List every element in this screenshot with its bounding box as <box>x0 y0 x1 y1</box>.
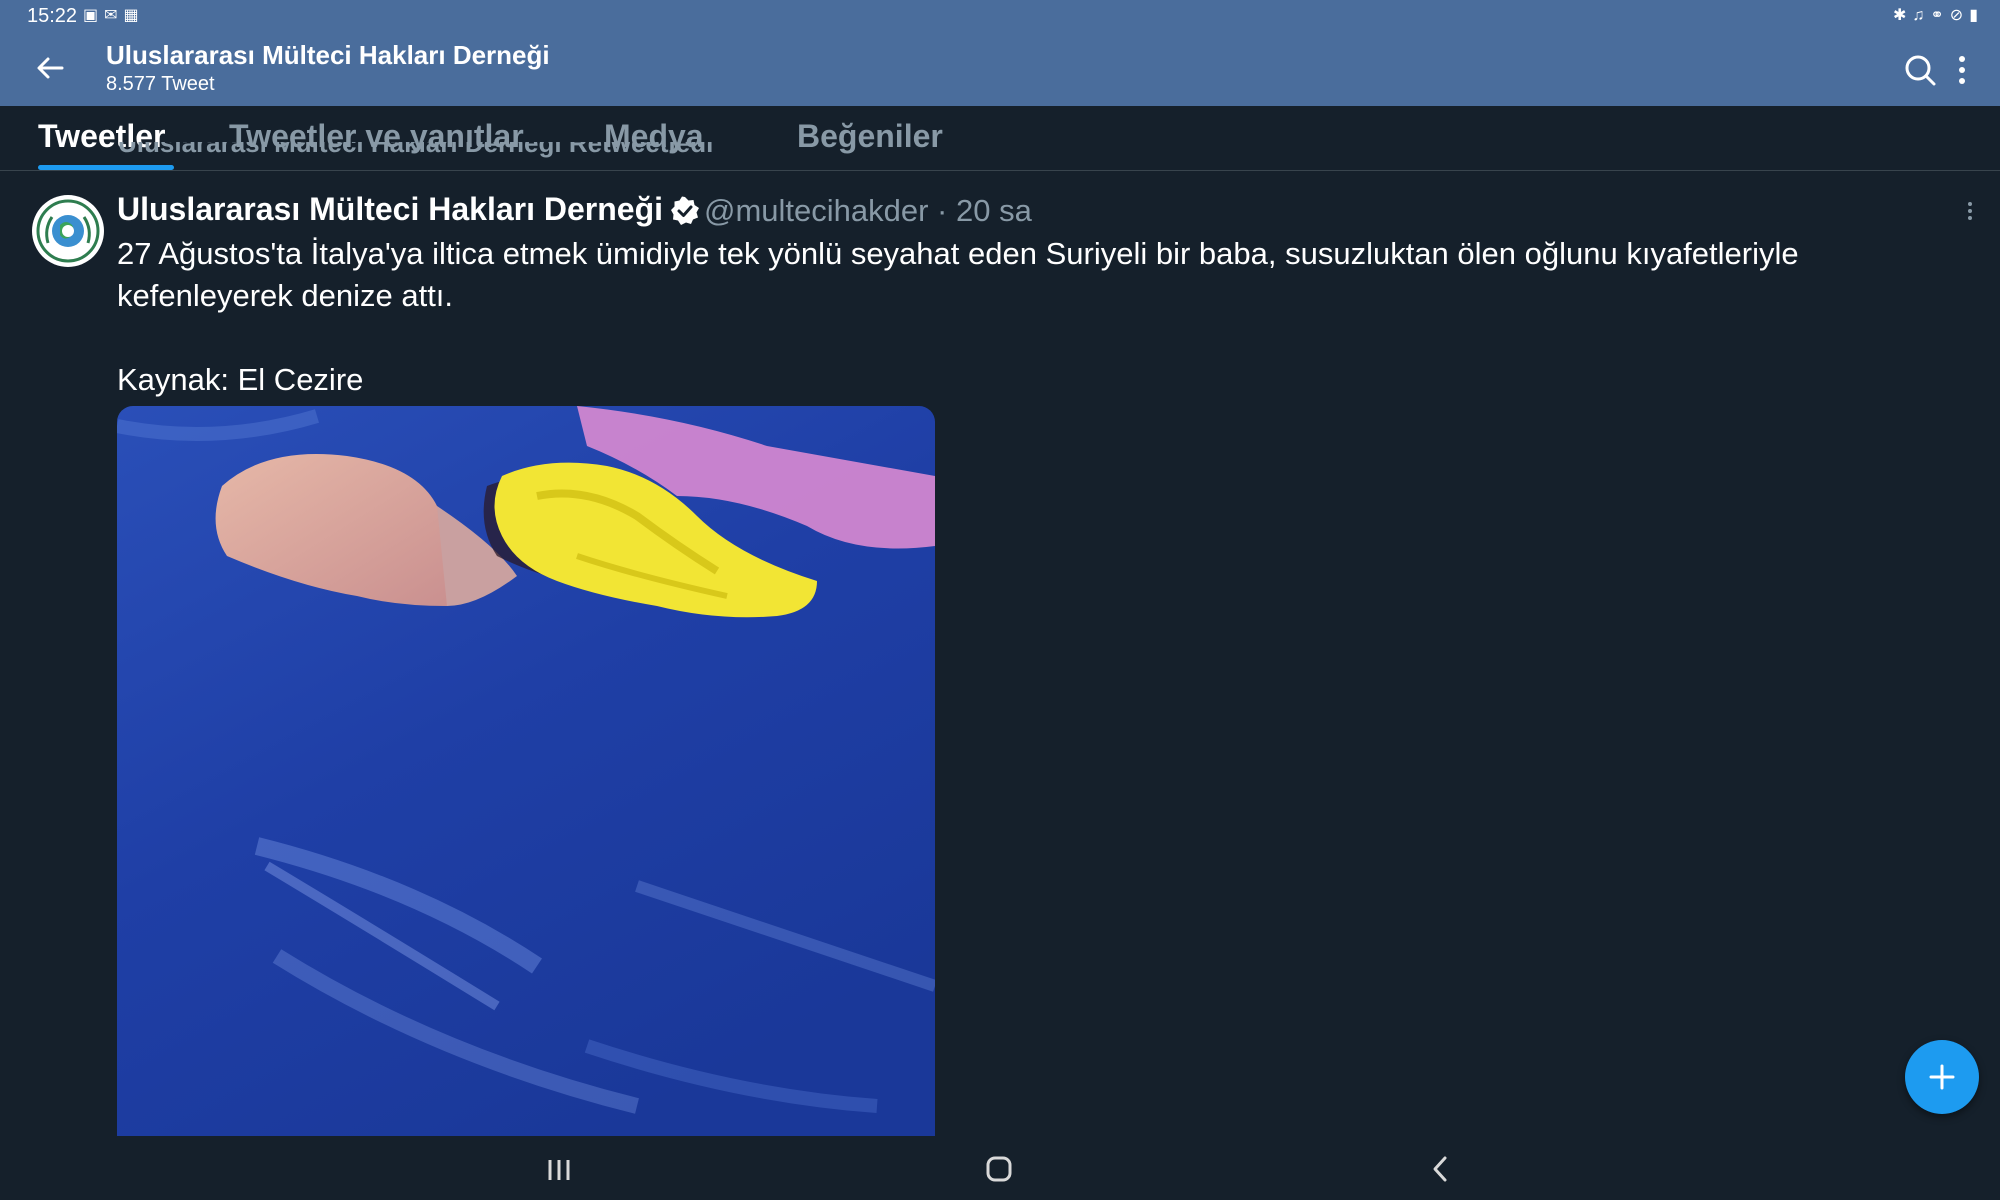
tab-likes[interactable]: Beğeniler <box>797 118 943 155</box>
wifi-icon: ⚭ <box>1930 7 1944 24</box>
tweet-count: 8.577 Tweet <box>106 73 215 95</box>
verified-badge-icon <box>671 196 699 225</box>
compose-tweet-button[interactable] <box>1905 1040 1979 1114</box>
tweet-text: 27 Ağustos'ta İtalya'ya iltica etmek ümi… <box>117 236 1799 397</box>
arrow-left-icon <box>37 57 64 79</box>
back-chevron-icon[interactable] <box>1430 1154 1450 1184</box>
status-time: 15:22 <box>27 5 78 27</box>
page-title: Uluslararası Mülteci Hakları Derneği <box>106 40 550 70</box>
image-icon: ▣ <box>83 7 99 24</box>
system-navigation-bar <box>0 1136 2000 1200</box>
search-icon <box>1905 55 1936 86</box>
mute-icon: ♫ <box>1912 7 1925 24</box>
battery-icon: ▮ <box>1969 7 1978 24</box>
retweet-context-label: Uluslararası Mülteci Hakları Derneği Ret… <box>118 142 714 158</box>
avatar[interactable] <box>32 195 104 267</box>
search-button[interactable] <box>1900 50 1940 90</box>
home-icon[interactable] <box>986 1156 1012 1182</box>
more-options-button[interactable] <box>1942 50 1982 90</box>
retweet-context: Uluslararası Mülteci Hakları Derneği Ret… <box>118 142 818 170</box>
more-vertical-icon <box>1959 56 1965 84</box>
bluetooth-icon: ✱ <box>1892 7 1907 24</box>
status-left-icons: ▣ ✉ ▦ <box>83 6 139 26</box>
recent-apps-icon[interactable] <box>545 1158 573 1182</box>
back-button[interactable] <box>30 48 70 88</box>
mail-icon: ✉ <box>104 7 118 24</box>
tweet-media[interactable] <box>117 406 935 1136</box>
app-header: 15:22 ▣ ✉ ▦ ✱ ♫ ⚭ ⊘ ▮ Uluslararası Mülte… <box>0 0 2000 106</box>
tweet-more-button[interactable] <box>1960 196 1980 226</box>
block-icon: ⊘ <box>1949 7 1964 24</box>
notification-icon: ▦ <box>123 7 139 24</box>
more-vertical-icon <box>1968 202 1972 220</box>
media-frame <box>117 406 935 1136</box>
status-right-icons: ✱ ♫ ⚭ ⊘ ▮ <box>1893 6 1978 26</box>
author-name[interactable]: Uluslararası Mülteci Hakları Derneği <box>117 191 663 228</box>
plus-icon <box>1929 1064 1955 1090</box>
organization-logo <box>33 196 103 266</box>
author-handle-time[interactable]: @multecihakder · 20 sa <box>704 193 1032 229</box>
